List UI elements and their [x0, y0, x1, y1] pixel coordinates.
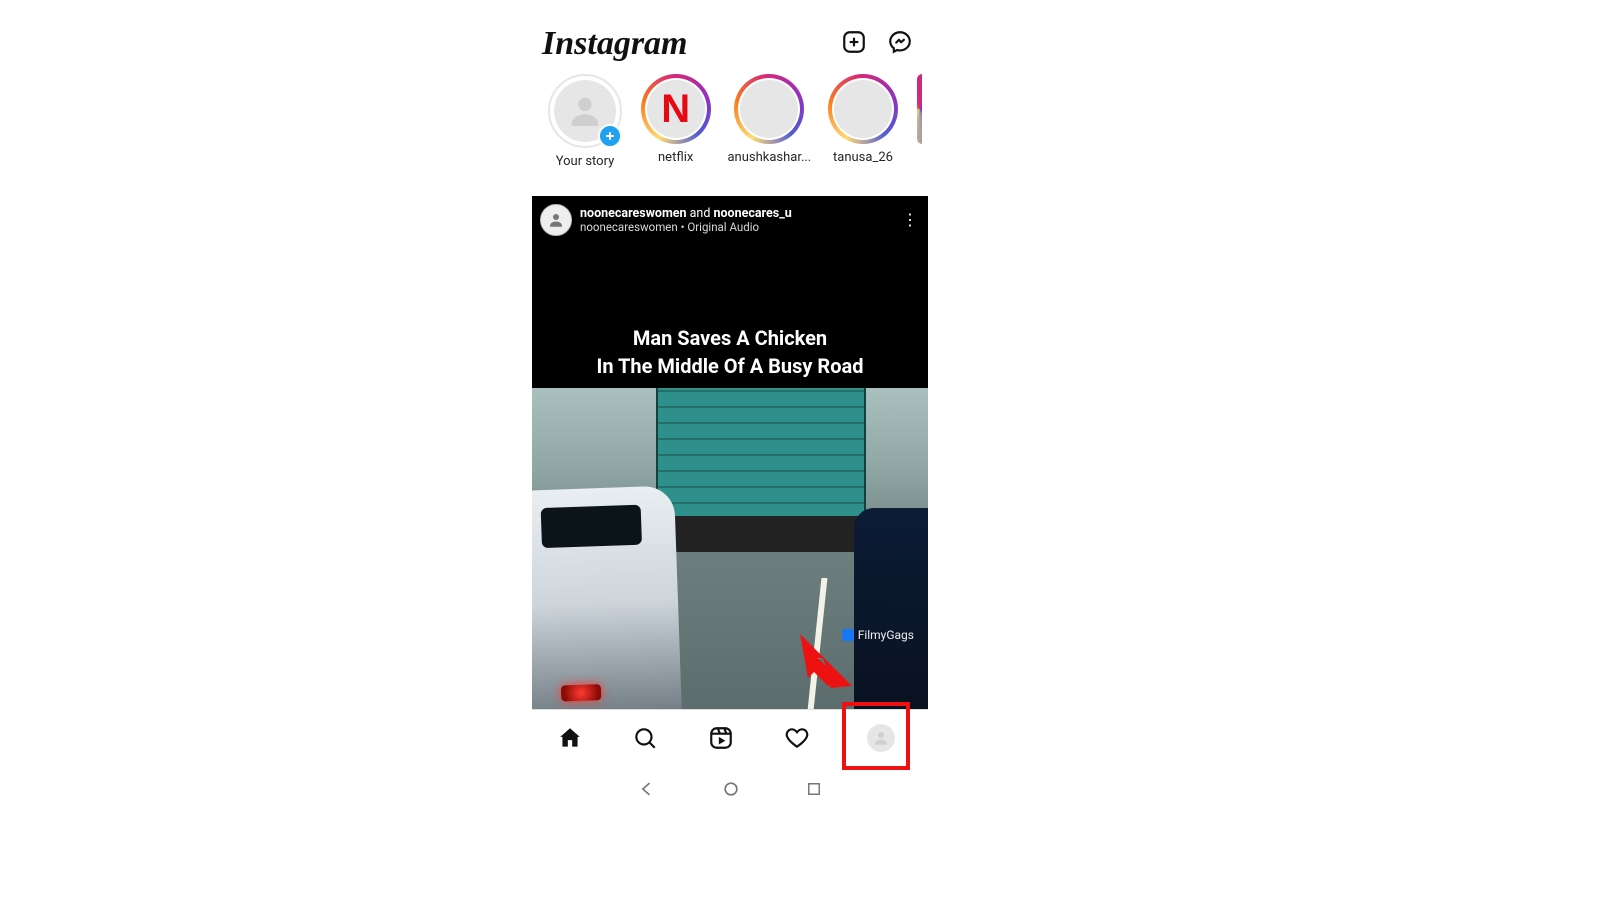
story-label: anushkashar...	[727, 150, 811, 165]
nav-home-icon[interactable]	[555, 723, 585, 753]
story-label: tanusa_26	[833, 150, 893, 165]
profile-avatar-icon	[867, 724, 895, 752]
avatar: N	[647, 80, 705, 138]
video-car-right	[854, 508, 928, 714]
story-user-1[interactable]: anushkashar...	[729, 74, 809, 165]
messenger-icon[interactable]	[886, 28, 914, 56]
android-system-nav	[532, 768, 928, 814]
story-overflow-peek[interactable]	[917, 74, 922, 144]
sys-back-icon[interactable]	[637, 779, 657, 803]
sys-recent-icon[interactable]	[805, 780, 823, 802]
sys-home-icon[interactable]	[721, 779, 741, 803]
post-author-text[interactable]: noonecareswomen and noonecares_u nooneca…	[580, 206, 792, 235]
nav-search-icon[interactable]	[630, 723, 660, 753]
annotation-arrow-icon	[794, 628, 858, 692]
video-car-left	[532, 485, 682, 714]
add-story-plus-icon[interactable]	[598, 124, 622, 148]
create-post-icon[interactable]	[840, 28, 868, 56]
top-actions	[840, 28, 914, 56]
avatar	[834, 80, 892, 138]
story-label: Your story	[556, 154, 615, 169]
canvas: Instagram	[0, 0, 1600, 900]
story-netflix[interactable]: N netflix	[640, 74, 711, 165]
post-more-icon[interactable]: ⋮	[900, 212, 920, 228]
bottom-nav	[532, 709, 928, 766]
post-caption: Man Saves A Chicken In The Middle Of A B…	[532, 324, 928, 380]
top-app-bar: Instagram	[532, 14, 928, 70]
post-author-avatar[interactable]	[540, 204, 572, 236]
story-your-story[interactable]: Your story	[548, 74, 622, 169]
post-video-frame[interactable]: FilmyGags	[532, 388, 928, 714]
nav-reels-icon[interactable]	[706, 723, 736, 753]
nav-profile-tab[interactable]	[857, 716, 905, 760]
feed-post[interactable]: noonecareswomen and noonecares_u nooneca…	[532, 196, 928, 714]
video-truck	[656, 388, 866, 560]
avatar	[740, 80, 798, 138]
phone-frame: Instagram	[532, 14, 928, 814]
story-label: netflix	[658, 150, 693, 165]
nav-activity-icon[interactable]	[782, 723, 812, 753]
instagram-logo[interactable]: Instagram	[542, 25, 688, 63]
story-user-2[interactable]: tanusa_26	[827, 74, 898, 165]
stories-row[interactable]: Your story N netflix anushkashar... tanu…	[532, 70, 928, 196]
your-story-avatar[interactable]	[548, 74, 622, 148]
post-header: noonecareswomen and noonecares_u nooneca…	[540, 204, 920, 236]
